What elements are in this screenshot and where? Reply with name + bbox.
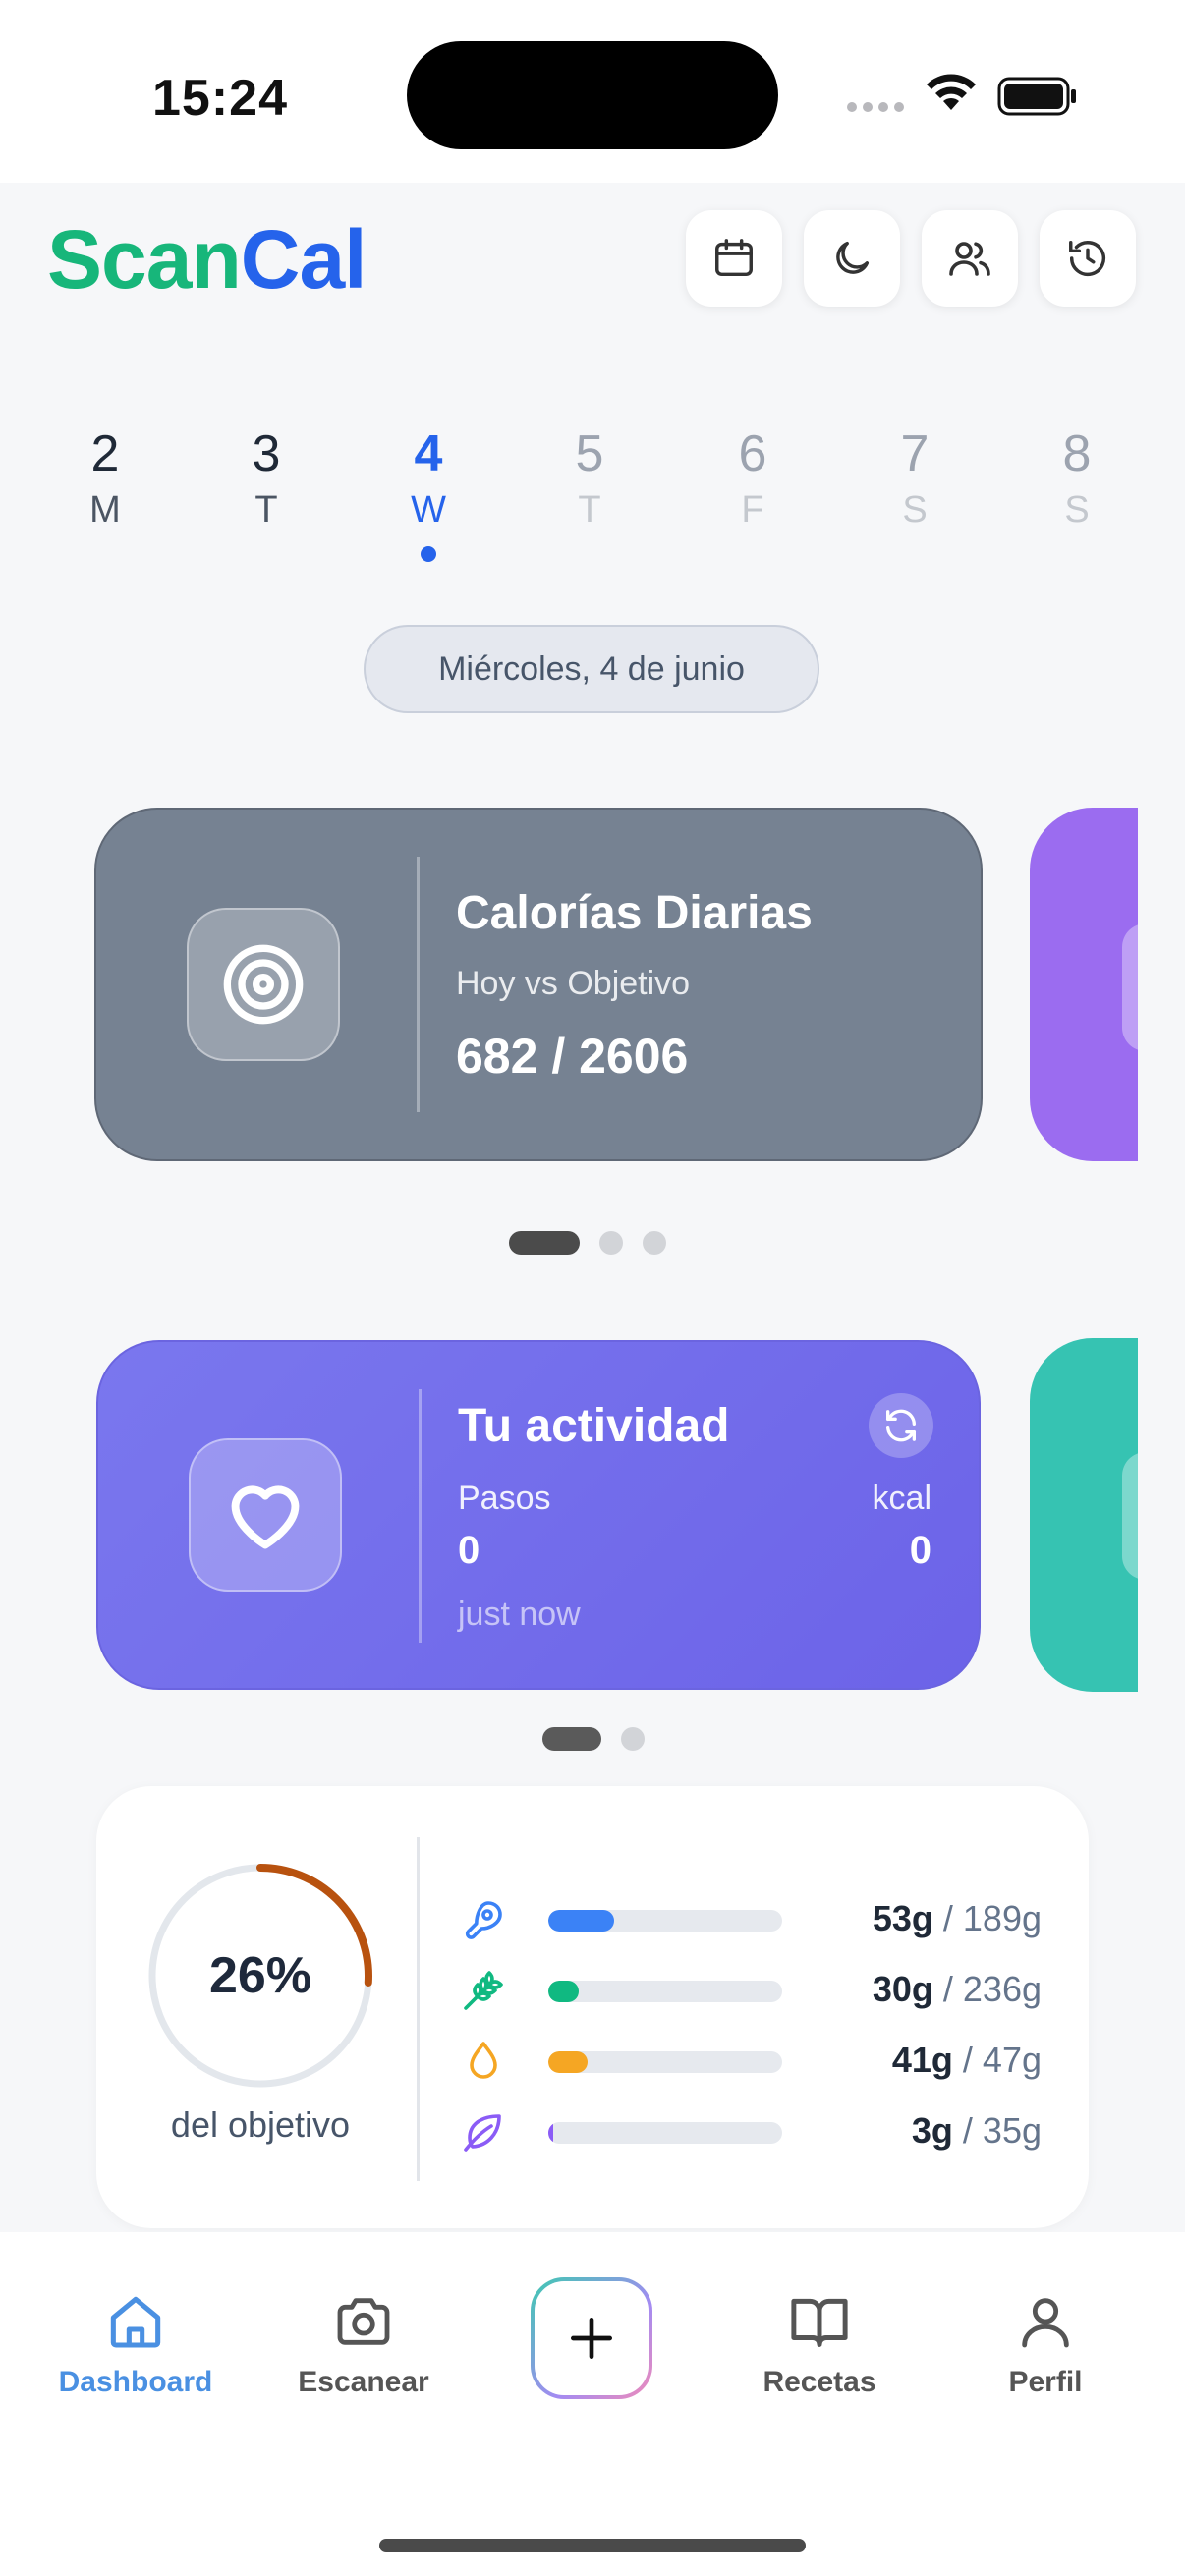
carbs-icon bbox=[464, 1971, 503, 2010]
day-item[interactable]: 8 S bbox=[1023, 422, 1131, 534]
status-time: 15:24 bbox=[152, 70, 288, 127]
activity-card-title: Tu actividad bbox=[458, 1400, 730, 1452]
day-item[interactable]: 2 M bbox=[51, 422, 159, 534]
macro-row-carbs: 30g / 236g bbox=[460, 1963, 1069, 2018]
home-icon bbox=[110, 2296, 161, 2348]
user-icon bbox=[1022, 2298, 1069, 2348]
activity-carousel-pager bbox=[542, 1727, 645, 1751]
day-item[interactable]: 3 T bbox=[212, 422, 320, 534]
daily-calories-card[interactable]: Calorías Diarias Hoy vs Objetivo 682 / 2… bbox=[94, 808, 983, 1161]
calorie-carousel-pager bbox=[509, 1231, 666, 1255]
status-bar: 15:24 bbox=[0, 0, 1185, 183]
activity-card[interactable]: Tu actividad Pasos 0 kcal 0 just now bbox=[96, 1340, 981, 1690]
day-item[interactable]: 6 F bbox=[699, 422, 807, 534]
dynamic-island bbox=[407, 41, 778, 149]
macro-row-protein: 53g / 189g bbox=[460, 1892, 1069, 1947]
dark-mode-button[interactable] bbox=[804, 210, 900, 307]
pager-active[interactable] bbox=[509, 1231, 580, 1255]
fiber-bar bbox=[548, 2122, 782, 2144]
goal-caption: del objetivo bbox=[170, 2104, 351, 2145]
calendar-button[interactable] bbox=[686, 210, 782, 307]
app-header: ScanCal bbox=[0, 183, 1185, 340]
refresh-button[interactable] bbox=[869, 1393, 933, 1458]
calories-value: 682 / 2606 bbox=[456, 1029, 689, 1084]
day-item[interactable]: 5 T bbox=[536, 422, 644, 534]
protein-icon bbox=[465, 1901, 502, 1939]
day-item[interactable]: 7 S bbox=[861, 422, 969, 534]
macros-card[interactable]: 26% del objetivo 53g / 189g 30g / 236g 4… bbox=[96, 1786, 1089, 2228]
pager-active[interactable] bbox=[542, 1727, 601, 1751]
camera-icon bbox=[337, 2298, 390, 2345]
cellular-signal-icon bbox=[847, 102, 904, 112]
heart-icon bbox=[231, 1485, 300, 1549]
selected-day-indicator bbox=[421, 546, 436, 562]
macros-divider bbox=[417, 1837, 420, 2181]
steps-value: 0 bbox=[458, 1529, 480, 1572]
home-indicator bbox=[379, 2539, 806, 2552]
kcal-label: kcal bbox=[872, 1480, 931, 1517]
carbs-value: 30g / 236g bbox=[872, 1969, 1042, 2009]
day-item-selected[interactable]: 4 W bbox=[374, 422, 482, 562]
pager-dot[interactable] bbox=[621, 1727, 645, 1751]
users-button[interactable] bbox=[922, 210, 1018, 307]
macro-row-fiber: 3g / 35g bbox=[460, 2104, 1069, 2159]
pager-dot[interactable] bbox=[599, 1231, 623, 1255]
wifi-icon bbox=[927, 74, 976, 110]
pager-dot[interactable] bbox=[643, 1231, 666, 1255]
moon-icon bbox=[836, 241, 870, 274]
book-icon bbox=[791, 2298, 848, 2347]
calories-card-subtitle: Hoy vs Objetivo bbox=[456, 965, 691, 1002]
users-icon bbox=[949, 242, 990, 276]
plus-icon bbox=[571, 2318, 612, 2359]
target-icon bbox=[223, 944, 304, 1025]
tab-dashboard[interactable]: Dashboard bbox=[37, 2287, 234, 2399]
fat-icon bbox=[470, 2042, 497, 2079]
app-logo: ScanCal bbox=[47, 213, 367, 306]
tab-scan[interactable]: Escanear bbox=[265, 2287, 462, 2399]
week-strip: 2 M 3 T 4 W 5 T 6 F 7 S 8 S bbox=[0, 422, 1185, 580]
heart-icon-tile bbox=[189, 1438, 342, 1592]
fat-value: 41g / 47g bbox=[891, 2040, 1042, 2080]
history-button[interactable] bbox=[1040, 210, 1136, 307]
history-icon bbox=[1069, 240, 1105, 277]
refresh-icon bbox=[886, 1409, 916, 1442]
goal-progress-ring: 26% bbox=[145, 1861, 375, 2091]
goal-percent: 26% bbox=[208, 1947, 312, 2004]
next-card-peek[interactable] bbox=[1030, 808, 1138, 1161]
fiber-value: 3g / 35g bbox=[911, 2110, 1042, 2151]
tab-profile[interactable]: Perfil bbox=[947, 2287, 1144, 2399]
selected-date-pill[interactable]: Miércoles, 4 de junio bbox=[364, 625, 819, 713]
target-icon-tile bbox=[187, 908, 340, 1061]
fat-bar bbox=[548, 2051, 782, 2073]
kcal-value: 0 bbox=[909, 1529, 931, 1572]
battery-icon bbox=[997, 77, 1076, 116]
card-divider bbox=[417, 857, 420, 1112]
activity-updated-time: just now bbox=[458, 1596, 581, 1633]
steps-label: Pasos bbox=[458, 1480, 551, 1517]
carbs-bar bbox=[548, 1981, 782, 2002]
next-card-peek[interactable] bbox=[1030, 1338, 1138, 1692]
card-divider bbox=[419, 1389, 422, 1643]
protein-bar bbox=[548, 1910, 782, 1932]
macro-row-fat: 41g / 47g bbox=[460, 2034, 1069, 2089]
fiber-icon bbox=[464, 2114, 501, 2152]
calendar-icon bbox=[715, 239, 753, 277]
bottom-tab-bar: Dashboard Escanear Recetas Perfil bbox=[0, 2232, 1185, 2576]
calories-card-title: Calorías Diarias bbox=[456, 887, 813, 939]
add-button[interactable] bbox=[531, 2277, 652, 2399]
protein-value: 53g / 189g bbox=[872, 1898, 1042, 1938]
tab-recipes[interactable]: Recetas bbox=[721, 2287, 918, 2399]
